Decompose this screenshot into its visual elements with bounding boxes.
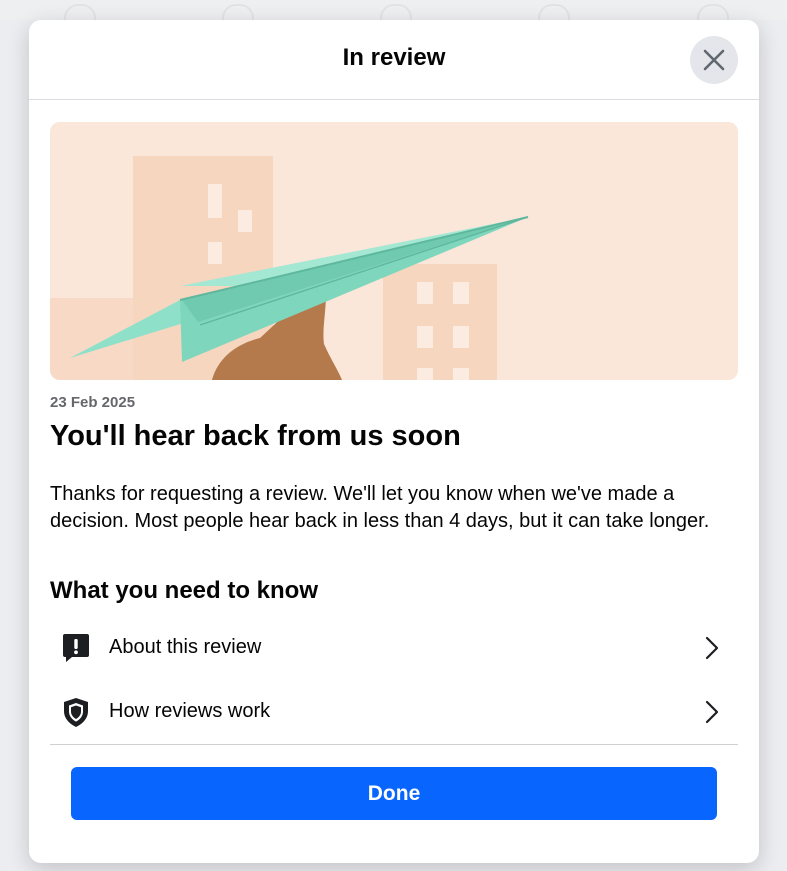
about-this-review-label: About this review <box>109 636 262 658</box>
section-title: What you need to know <box>50 577 318 604</box>
about-this-review-row[interactable]: About this review <box>50 620 738 676</box>
dialog-title: In review <box>342 44 446 71</box>
alert-icon <box>63 634 89 662</box>
how-reviews-work-label: How reviews work <box>109 700 271 722</box>
hero-illustration <box>50 122 738 380</box>
review-dialog: In review 23 Feb 2025 You'll hear back f… <box>29 20 759 863</box>
paper-plane-illustration <box>50 122 738 380</box>
close-button[interactable] <box>690 36 738 84</box>
review-date: 23 Feb 2025 <box>50 394 136 411</box>
done-button[interactable]: Done <box>71 767 717 820</box>
how-reviews-work-row[interactable]: How reviews work <box>50 684 738 740</box>
chevron-right-icon <box>705 636 719 660</box>
dialog-header: In review <box>29 20 759 100</box>
chevron-right-icon <box>705 700 719 724</box>
close-icon <box>703 49 725 71</box>
shield-icon <box>64 698 88 727</box>
dialog-headline: You'll hear back from us soon <box>50 420 461 452</box>
dialog-body-text: Thanks for requesting a review. We'll le… <box>50 483 710 532</box>
footer-divider <box>50 744 738 745</box>
